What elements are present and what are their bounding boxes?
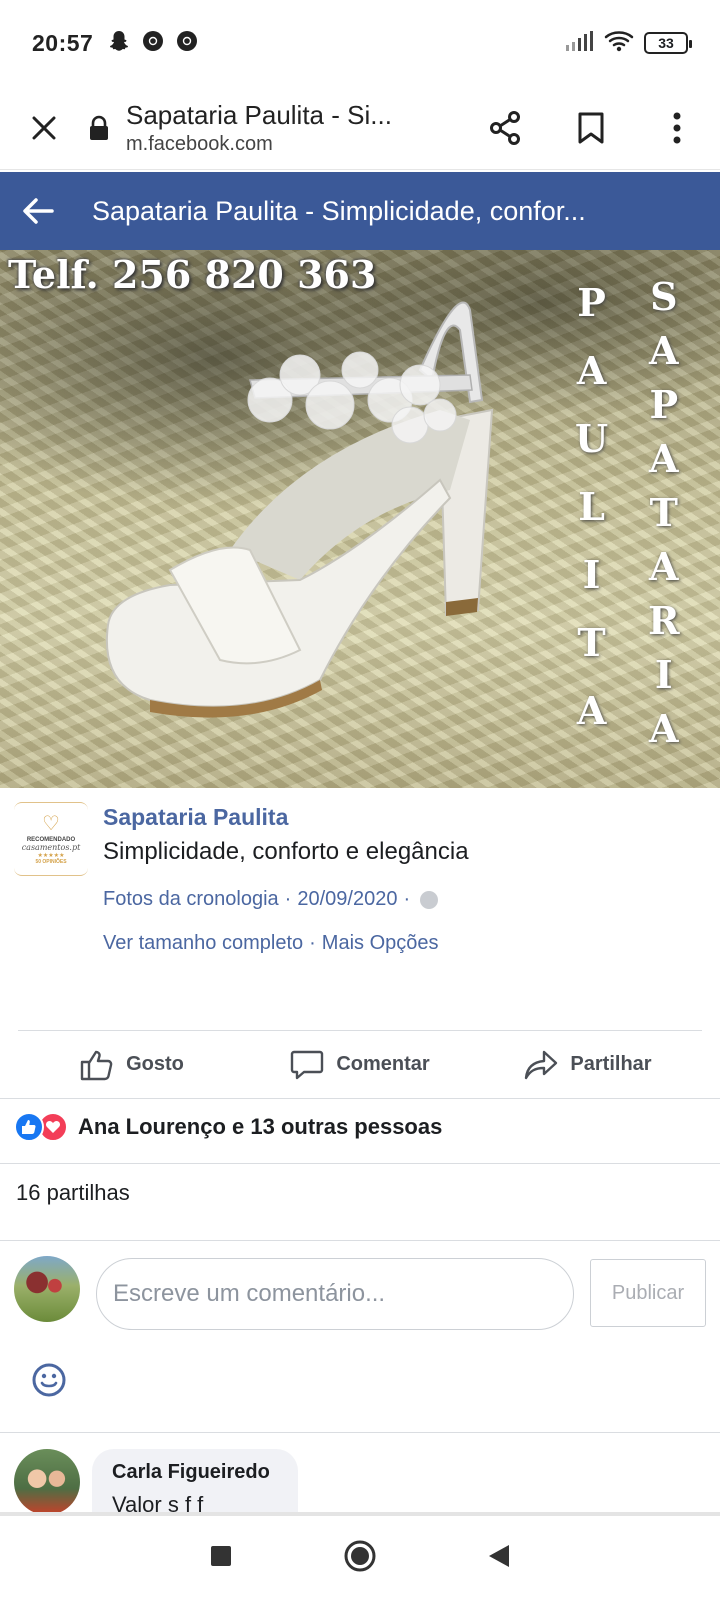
publish-button[interactable]: Publicar	[590, 1259, 706, 1327]
divider	[0, 1163, 720, 1164]
vertical-letter: A	[576, 688, 607, 733]
share-icon	[490, 110, 520, 145]
chrome-icon	[141, 29, 165, 58]
chrome-icon	[175, 29, 199, 58]
fb-header: Sapataria Paulita - Simplicidade, confor…	[0, 172, 720, 250]
comment-icon	[291, 1050, 324, 1079]
more-options-link[interactable]: Mais Opções	[322, 932, 439, 955]
vertical-letter: A	[649, 328, 679, 373]
globe-icon	[420, 890, 439, 909]
links-separator: ·	[309, 932, 316, 954]
status-right: 33	[564, 29, 692, 58]
post-date[interactable]: 20/09/2020	[297, 888, 397, 911]
recents-button[interactable]	[209, 1544, 233, 1573]
vertical-letter: R	[648, 598, 680, 643]
smiley-icon	[32, 1363, 66, 1397]
signal-icon	[564, 30, 594, 57]
badge-brand: casamentos.pt	[21, 842, 81, 852]
vertical-letter: I	[582, 552, 601, 597]
post-photo[interactable]: Telf. 256 820 363 P A U L I T A S A P A …	[0, 250, 720, 788]
divider	[0, 1432, 720, 1433]
triangle-back-icon	[489, 1544, 509, 1567]
fb-page-title: Sapataria Paulita - Simplicidade, confor…	[92, 195, 586, 226]
home-button[interactable]	[343, 1539, 377, 1578]
page-name-link[interactable]: Sapataria Paulita	[103, 804, 288, 831]
vertical-letter: I	[654, 652, 673, 697]
badge-stars: ★★★★★	[37, 852, 65, 859]
snapchat-icon	[107, 29, 131, 58]
badge-reviews: 50 OPINIÕES	[35, 858, 67, 865]
arrow-left-icon	[23, 198, 54, 224]
like-reaction-icon	[14, 1112, 44, 1142]
vertical-letter: A	[649, 706, 679, 751]
heart-icon: ♡	[42, 812, 60, 835]
vertical-letter: P	[577, 280, 606, 325]
share-button[interactable]	[462, 86, 548, 170]
comment-input[interactable]: Escreve um comentário...	[96, 1258, 574, 1330]
notification-icons	[107, 29, 199, 58]
wifi-icon	[604, 29, 634, 58]
photo-phone-text: Telf. 256 820 363	[8, 252, 377, 297]
avatar[interactable]	[14, 1449, 80, 1515]
like-label: Gosto	[126, 1053, 184, 1075]
share-arrow-icon	[525, 1050, 558, 1079]
like-button[interactable]: Gosto	[18, 1049, 246, 1081]
vertical-letter: L	[578, 484, 605, 529]
circle-icon	[344, 1540, 376, 1571]
thumbs-up-icon	[80, 1050, 113, 1080]
battery-icon: 33	[644, 32, 692, 54]
back-nav-button[interactable]	[487, 1543, 511, 1574]
divider	[0, 1098, 720, 1099]
post-links: Ver tamanho completo · Mais Opções	[103, 932, 439, 955]
emoji-button[interactable]	[32, 1363, 66, 1397]
vertical-letter: A	[649, 544, 679, 589]
comment-label: Comentar	[336, 1053, 430, 1075]
vertical-letter: A	[649, 436, 679, 481]
share-label: Partilhar	[570, 1053, 652, 1075]
page-title: Sapataria Paulita - Si...	[126, 99, 392, 130]
vertical-letter: P	[649, 382, 679, 427]
album-link[interactable]: Fotos da cronologia	[103, 888, 279, 911]
close-icon	[32, 116, 56, 139]
close-tab-button[interactable]	[0, 86, 88, 170]
bookmark-icon	[578, 112, 604, 143]
more-vert-icon	[673, 112, 681, 143]
action-bar: Gosto Comentar Partilhar	[18, 1030, 702, 1098]
post-caption: Simplicidade, conforto e elegância	[103, 838, 469, 865]
divider	[0, 1240, 720, 1241]
comment-author[interactable]: Carla Figueiredo	[112, 1461, 278, 1484]
vertical-letter: T	[577, 620, 606, 665]
shoe-image	[106, 301, 494, 718]
system-nav-bar	[0, 1512, 720, 1600]
vertical-letter: T	[649, 490, 678, 535]
url-domain: m.facebook.com	[126, 132, 273, 155]
share-post-button[interactable]: Partilhar	[474, 1049, 702, 1081]
meta-separator: ·	[284, 888, 292, 910]
vertical-letter: A	[576, 348, 607, 393]
square-icon	[211, 1545, 231, 1566]
vertical-letter: S	[650, 274, 678, 319]
post-info: ♡ RECOMENDADO casamentos.pt ★★★★★ 50 OPI…	[0, 788, 720, 1028]
url-box[interactable]: Sapataria Paulita - Si... m.facebook.com	[88, 100, 462, 156]
bookmark-button[interactable]	[548, 86, 634, 170]
menu-button[interactable]	[634, 86, 720, 170]
vertical-text-paulita: P A U L I T A	[575, 284, 608, 760]
lock-icon	[88, 108, 114, 148]
back-button[interactable]	[0, 172, 76, 250]
avatar	[14, 1256, 80, 1322]
vertical-letter: U	[575, 416, 609, 461]
post-meta: Fotos da cronologia · 20/09/2020 ·	[103, 888, 439, 911]
meta-separator: ·	[403, 888, 411, 910]
status-bar: 20:57 33	[0, 0, 720, 86]
browser-toolbar: Sapataria Paulita - Si... m.facebook.com	[0, 86, 720, 170]
reactions-text: Ana Lourenço e 13 outras pessoas	[78, 1114, 443, 1139]
vertical-text-sapataria: S A P A T A R I A	[648, 278, 680, 764]
status-time: 20:57	[32, 29, 94, 56]
shares-count[interactable]: 16 partilhas	[16, 1180, 130, 1206]
comment-button[interactable]: Comentar	[246, 1049, 474, 1081]
reactions-row[interactable]: Ana Lourenço e 13 outras pessoas	[14, 1112, 442, 1142]
page-avatar[interactable]: ♡ RECOMENDADO casamentos.pt ★★★★★ 50 OPI…	[14, 802, 88, 876]
full-size-link[interactable]: Ver tamanho completo	[103, 932, 303, 955]
